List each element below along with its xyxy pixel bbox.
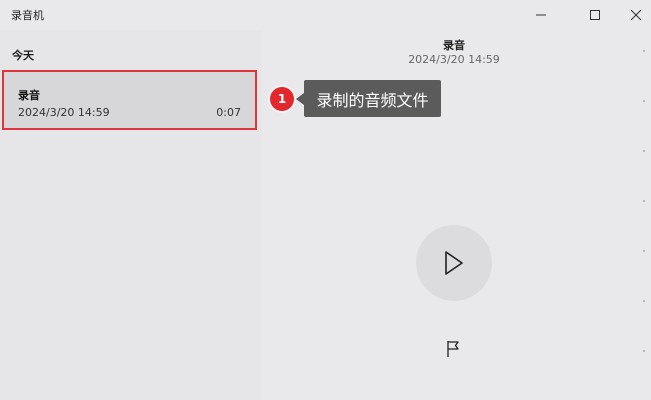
recording-date: 2024/3/20 14:59 — [18, 106, 110, 119]
player-recording-name: 录音 — [443, 39, 465, 52]
scrollbar-track-mark — [643, 200, 645, 202]
recording-name: 录音 — [18, 89, 40, 102]
play-icon — [445, 251, 463, 275]
callout-number-badge: 1 — [270, 87, 294, 111]
play-button[interactable] — [416, 225, 492, 301]
flag-icon — [447, 341, 459, 357]
scrollbar-track-mark — [643, 100, 645, 102]
scrollbar-track-mark — [643, 250, 645, 252]
scrollbar-track-mark — [643, 50, 645, 52]
add-marker-button[interactable] — [442, 338, 464, 360]
callout-text: 录制的音频文件 — [316, 90, 429, 110]
title-bar: 录音机 — [0, 0, 651, 30]
scrollbar-track-mark — [643, 150, 645, 152]
maximize-button[interactable] — [573, 0, 617, 30]
minimize-button[interactable] — [519, 0, 563, 30]
scrollbar-track-mark — [643, 300, 645, 302]
recording-list-item[interactable]: 录音 2024/3/20 14:59 0:07 — [2, 70, 257, 130]
maximize-icon — [590, 10, 600, 20]
scrollbar-track-mark — [643, 350, 645, 352]
app-title: 录音机 — [11, 9, 44, 22]
vertical-scrollbar[interactable] — [638, 30, 651, 400]
close-icon — [631, 10, 641, 20]
callout-annotation: 录制的音频文件 — [296, 80, 441, 117]
close-button[interactable] — [614, 0, 651, 30]
minimize-icon — [536, 14, 546, 16]
recordings-list-pane: 今天 录音 2024/3/20 14:59 0:07 — [0, 30, 262, 400]
section-header-today: 今天 — [12, 49, 34, 62]
recording-duration: 0:07 — [216, 106, 241, 119]
player-recording-date: 2024/3/20 14:59 — [408, 53, 500, 66]
